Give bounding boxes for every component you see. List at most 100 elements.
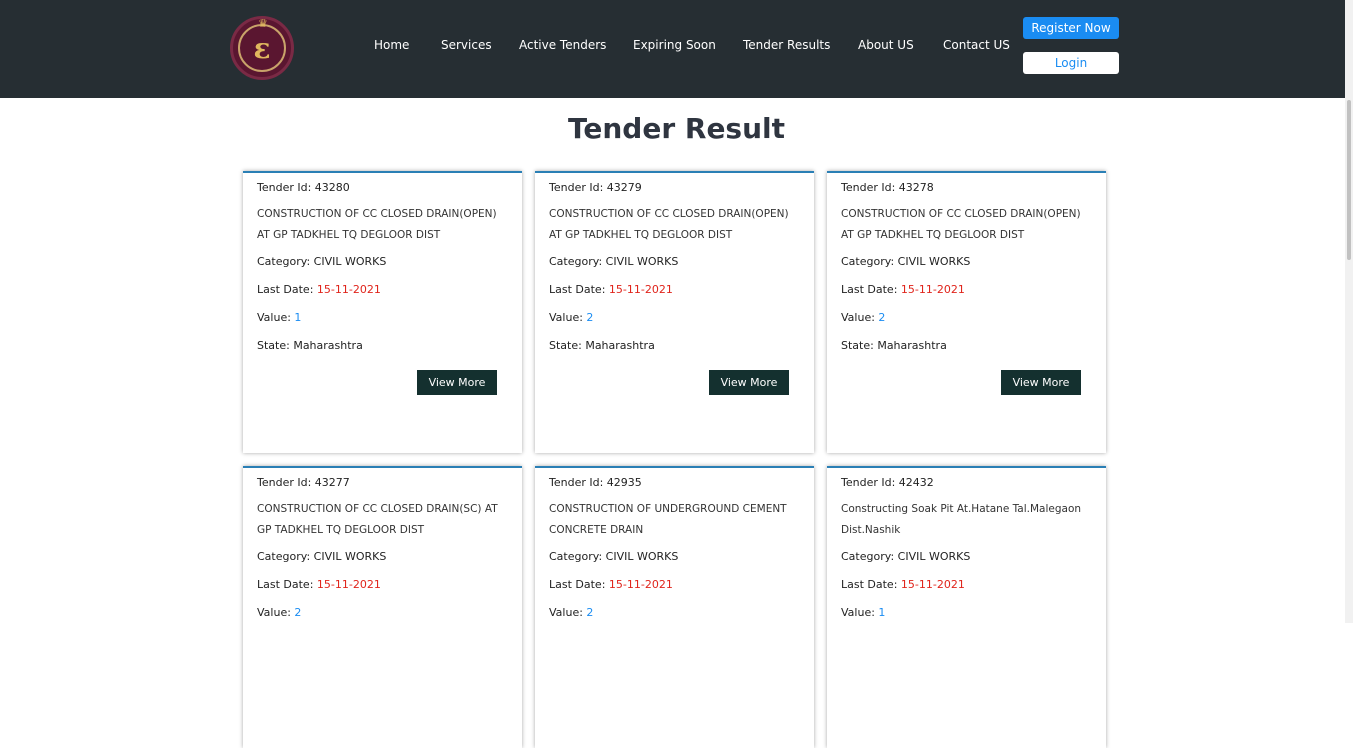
last-date-label: Last Date:	[841, 578, 901, 591]
state-label: State:	[257, 339, 294, 352]
nav-tender-results[interactable]: Tender Results	[743, 38, 830, 52]
tender-id: Tender Id: 42935	[549, 475, 800, 497]
tender-last-date: Last Date: 15-11-2021	[841, 282, 1092, 310]
crown-icon: ♛	[258, 17, 268, 30]
tender-value: Value: 2	[549, 310, 800, 338]
nav-active-tenders[interactable]: Active Tenders	[519, 38, 606, 52]
tender-category: Category: CIVIL WORKS	[257, 549, 508, 577]
value-amount: 2	[586, 606, 594, 619]
tender-value: Value: 2	[257, 605, 508, 633]
last-date-value: 15-11-2021	[608, 283, 673, 296]
page-title: Tender Result	[567, 112, 786, 145]
last-date-label: Last Date:	[257, 578, 317, 591]
tender-description: CONSTRUCTION OF CC CLOSED DRAIN(OPEN) AT…	[549, 208, 789, 241]
tender-card: Tender Id: 43277 CONSTRUCTION OF CC CLOSE…	[243, 466, 522, 748]
tender-value: Value: 1	[841, 605, 1092, 633]
category-value: CIVIL WORKS	[897, 255, 971, 268]
value-label: Value:	[841, 606, 879, 619]
value-amount: 1	[878, 606, 886, 619]
tender-id: Tender Id: 42432	[841, 475, 1092, 497]
tender-id-value: 43278	[898, 181, 934, 194]
tender-id: Tender Id: 43280	[257, 180, 508, 202]
nav-expiring-soon[interactable]: Expiring Soon	[633, 38, 716, 52]
tender-id-label: Tender Id:	[841, 181, 899, 194]
last-date-label: Last Date:	[257, 283, 317, 296]
category-label: Category:	[257, 255, 314, 268]
tender-description: CONSTRUCTION OF CC CLOSED DRAIN(OPEN) AT…	[841, 208, 1081, 241]
tender-id-label: Tender Id:	[549, 181, 607, 194]
category-label: Category:	[841, 255, 898, 268]
last-date-value: 15-11-2021	[608, 578, 673, 591]
tender-last-date: Last Date: 15-11-2021	[257, 282, 508, 310]
tender-id-label: Tender Id:	[257, 181, 315, 194]
tender-value: Value: 1	[257, 310, 508, 338]
last-date-label: Last Date:	[549, 578, 609, 591]
tender-id-value: 42935	[606, 476, 642, 489]
category-value: CIVIL WORKS	[313, 550, 387, 563]
value-amount: 2	[586, 311, 594, 324]
nav-services[interactable]: Services	[441, 38, 492, 52]
tender-category: Category: CIVIL WORKS	[257, 254, 508, 282]
tender-state: State: Maharashtra	[257, 338, 508, 366]
nav-contact-us[interactable]: Contact US	[943, 38, 1010, 52]
view-more-button[interactable]: View More	[1001, 370, 1081, 395]
value-label: Value:	[549, 606, 587, 619]
page-scrollbar[interactable]	[1345, 0, 1353, 623]
view-more-button[interactable]: View More	[417, 370, 497, 395]
tender-id-value: 42432	[898, 476, 934, 489]
tender-card: Tender Id: 43278 CONSTRUCTION OF CC CLOSE…	[827, 171, 1106, 453]
category-label: Category:	[549, 550, 606, 563]
last-date-value: 15-11-2021	[900, 283, 965, 296]
tender-description: CONSTRUCTION OF UNDERGROUND CEMENT CONCR…	[549, 503, 787, 536]
value-label: Value:	[841, 311, 879, 324]
value-label: Value:	[257, 606, 295, 619]
tender-category: Category: CIVIL WORKS	[841, 254, 1092, 282]
register-now-button[interactable]: Register Now	[1023, 17, 1119, 39]
category-label: Category:	[257, 550, 314, 563]
tender-last-date: Last Date: 15-11-2021	[841, 577, 1092, 605]
category-label: Category:	[549, 255, 606, 268]
login-button[interactable]: Login	[1023, 52, 1119, 74]
tender-id-label: Tender Id:	[549, 476, 607, 489]
tender-id-label: Tender Id:	[841, 476, 899, 489]
tender-category: Category: CIVIL WORKS	[549, 254, 800, 282]
value-amount: 2	[878, 311, 886, 324]
value-label: Value:	[257, 311, 295, 324]
tender-value: Value: 2	[841, 310, 1092, 338]
nav-about-us[interactable]: About US	[858, 38, 914, 52]
category-value: CIVIL WORKS	[897, 550, 971, 563]
tender-state: State: Maharashtra	[841, 338, 1092, 366]
category-value: CIVIL WORKS	[605, 550, 679, 563]
tender-card: Tender Id: 42935 CONSTRUCTION OF UNDERGRO…	[535, 466, 814, 748]
state-value: Maharashtra	[877, 339, 947, 352]
tender-last-date: Last Date: 15-11-2021	[549, 282, 800, 310]
last-date-value: 15-11-2021	[900, 578, 965, 591]
tender-id-value: 43279	[606, 181, 642, 194]
tender-id-label: Tender Id:	[257, 476, 315, 489]
category-value: CIVIL WORKS	[605, 255, 679, 268]
tender-id: Tender Id: 43279	[549, 180, 800, 202]
value-amount: 1	[294, 311, 302, 324]
state-value: Maharashtra	[293, 339, 363, 352]
tender-id: Tender Id: 43278	[841, 180, 1092, 202]
tender-last-date: Last Date: 15-11-2021	[549, 577, 800, 605]
last-date-value: 15-11-2021	[316, 283, 381, 296]
tender-card: Tender Id: 43279 CONSTRUCTION OF CC CLOSE…	[535, 171, 814, 453]
category-label: Category:	[841, 550, 898, 563]
tender-card: Tender Id: 42432 Constructing Soak Pit At…	[827, 466, 1106, 748]
tender-description: CONSTRUCTION OF CC CLOSED DRAIN(SC) AT G…	[257, 503, 498, 536]
tender-card: Tender Id: 43280 CONSTRUCTION OF CC CLOSE…	[243, 171, 522, 453]
value-label: Value:	[549, 311, 587, 324]
tender-last-date: Last Date: 15-11-2021	[257, 577, 508, 605]
tender-description: CONSTRUCTION OF CC CLOSED DRAIN(OPEN) AT…	[257, 208, 497, 241]
tender-state: State: Maharashtra	[549, 338, 800, 366]
tender-category: Category: CIVIL WORKS	[841, 549, 1092, 577]
value-amount: 2	[294, 606, 302, 619]
view-more-button[interactable]: View More	[709, 370, 789, 395]
category-value: CIVIL WORKS	[313, 255, 387, 268]
last-date-label: Last Date:	[841, 283, 901, 296]
main-nav: Home Services Active Tenders Expiring So…	[0, 38, 1353, 58]
nav-home[interactable]: Home	[374, 38, 409, 52]
tender-description: Constructing Soak Pit At.Hatane Tal.Male…	[841, 503, 1082, 536]
last-date-value: 15-11-2021	[316, 578, 381, 591]
